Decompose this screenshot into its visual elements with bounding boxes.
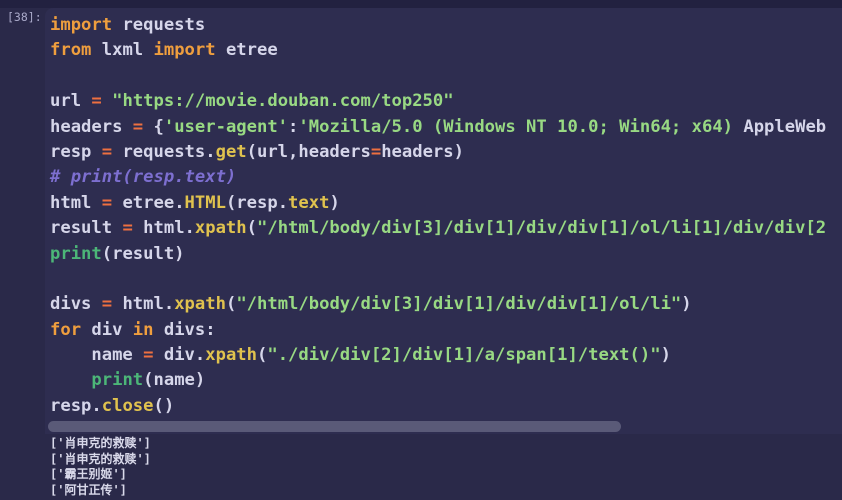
code-line: result = html.xpath("/html/body/div[3]/d… bbox=[50, 216, 826, 241]
code-line: print(result) bbox=[50, 242, 826, 267]
code-token-pl: () bbox=[154, 396, 175, 416]
code-line: headers = {'user-agent':'Mozilla/5.0 (Wi… bbox=[50, 115, 826, 140]
code-token-op: = bbox=[102, 294, 112, 314]
code-token-pl: html bbox=[50, 193, 102, 213]
code-line: # print(resp.text) bbox=[50, 165, 826, 190]
code-token-op: = bbox=[102, 193, 112, 213]
code-token-fn: xpath bbox=[205, 345, 257, 365]
code-token-op: = bbox=[133, 117, 143, 137]
output-line: ['肖申克的救赎'] bbox=[50, 436, 830, 452]
code-line bbox=[50, 64, 826, 89]
code-token-pl: ) bbox=[661, 345, 671, 365]
code-token-pl: ( bbox=[247, 218, 257, 238]
code-token-str: 'user-agent' bbox=[164, 117, 288, 137]
code-token-pl: div bbox=[81, 320, 133, 340]
code-token-bi: print bbox=[50, 244, 102, 264]
code-token-str: "/html/body/div[3]/div[1]/div/div[1]/ol/… bbox=[257, 218, 826, 238]
code-line: html = etree.HTML(resp.text) bbox=[50, 191, 826, 216]
code-token-fn: get bbox=[216, 142, 247, 162]
code-token-pl: etree bbox=[216, 40, 278, 60]
code-line bbox=[50, 267, 826, 292]
code-token-pl: divs bbox=[50, 294, 102, 314]
code-line: resp.close() bbox=[50, 394, 826, 419]
code-token-pl: html. bbox=[112, 294, 174, 314]
code-token-cm: # print(resp.text) bbox=[50, 167, 236, 187]
code-token-op: = bbox=[143, 345, 153, 365]
code-token-pl: { bbox=[143, 117, 164, 137]
code-token-kw: import bbox=[50, 15, 112, 35]
code-token-pl: requests bbox=[112, 15, 205, 35]
code-token-pl: (resp. bbox=[226, 193, 288, 213]
code-line: url = "https://movie.douban.com/top250" bbox=[50, 89, 826, 114]
code-token-pl: AppleWeb bbox=[733, 117, 826, 137]
code-token-pl: headers) bbox=[381, 142, 464, 162]
execution-count-label: [38]: bbox=[7, 10, 42, 24]
code-token-pl: (url,headers bbox=[247, 142, 371, 162]
code-cell[interactable]: import requestsfrom lxml import etree ur… bbox=[45, 8, 842, 434]
code-token-fn: xpath bbox=[174, 294, 226, 314]
code-token-fn: close bbox=[102, 396, 154, 416]
code-token-pl: ( bbox=[257, 345, 267, 365]
code-token-pl: ) bbox=[681, 294, 691, 314]
output-line: ['霸王别姬'] bbox=[50, 467, 830, 483]
code-token-pl: (name) bbox=[143, 370, 205, 390]
code-token-pl: headers bbox=[50, 117, 133, 137]
code-token-pl: result bbox=[50, 218, 122, 238]
code-token-pl: ) bbox=[329, 193, 339, 213]
code-token-op: = bbox=[102, 142, 112, 162]
code-token-kw: from bbox=[50, 40, 91, 60]
code-line: resp = requests.get(url,headers=headers) bbox=[50, 140, 826, 165]
code-token-pl: etree. bbox=[112, 193, 184, 213]
code-token-pl: requests. bbox=[112, 142, 215, 162]
code-token-str: "./div/div[2]/div[1]/a/span[1]/text()" bbox=[267, 345, 660, 365]
code-token-kw: import bbox=[154, 40, 216, 60]
code-line: from lxml import etree bbox=[50, 38, 826, 63]
code-line: divs = html.xpath("/html/body/div[3]/div… bbox=[50, 292, 826, 317]
code-token-op: = bbox=[371, 142, 381, 162]
code-token-pl: resp. bbox=[50, 396, 102, 416]
code-token-pl: div. bbox=[154, 345, 206, 365]
code-editor[interactable]: import requestsfrom lxml import etree ur… bbox=[50, 13, 826, 419]
code-token-fn: xpath bbox=[195, 218, 247, 238]
code-line: name = div.xpath("./div/div[2]/div[1]/a/… bbox=[50, 343, 826, 368]
code-token-kw: in bbox=[133, 320, 154, 340]
cell-output: ['肖申克的救赎']['肖申克的救赎']['霸王别姬']['阿甘正传'] bbox=[50, 436, 830, 498]
code-token-pl bbox=[102, 91, 112, 111]
code-token-kw: for bbox=[50, 320, 81, 340]
window-top-strip bbox=[0, 0, 842, 8]
code-token-fn: text bbox=[288, 193, 329, 213]
code-token-pl: html. bbox=[133, 218, 195, 238]
code-token-str: 'Mozilla/5.0 (Windows NT 10.0; Win64; x6… bbox=[298, 117, 733, 137]
horizontal-scrollbar-thumb[interactable] bbox=[48, 421, 621, 432]
code-token-bi: print bbox=[91, 370, 143, 390]
code-token-pl: resp bbox=[50, 142, 102, 162]
code-token-op: = bbox=[91, 91, 101, 111]
code-line: for div in divs: bbox=[50, 318, 826, 343]
code-token-pl: : bbox=[288, 117, 298, 137]
code-line: print(name) bbox=[50, 368, 826, 393]
code-token-pl: ( bbox=[226, 294, 236, 314]
code-line: import requests bbox=[50, 13, 826, 38]
code-token-str: "https://movie.douban.com/top250" bbox=[112, 91, 453, 111]
output-line: ['阿甘正传'] bbox=[50, 483, 830, 499]
code-token-pl: (result) bbox=[102, 244, 185, 264]
code-token-fn: HTML bbox=[185, 193, 226, 213]
code-token-pl: lxml bbox=[91, 40, 153, 60]
output-line: ['肖申克的救赎'] bbox=[50, 452, 830, 468]
code-token-op: = bbox=[122, 218, 132, 238]
code-token-pl: divs: bbox=[154, 320, 216, 340]
code-token-str: "/html/body/div[3]/div[1]/div/div[1]/ol/… bbox=[236, 294, 681, 314]
code-token-pl: url bbox=[50, 91, 91, 111]
code-token-pl: name bbox=[50, 345, 143, 365]
code-token-pl bbox=[50, 370, 91, 390]
